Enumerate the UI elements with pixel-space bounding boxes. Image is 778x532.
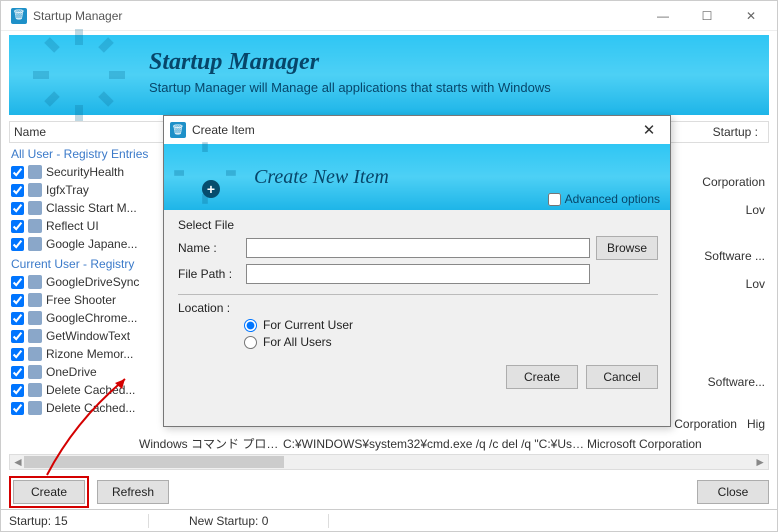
dialog-close-icon[interactable]: ✕: [634, 121, 664, 139]
divider: [178, 294, 658, 295]
close-app-button[interactable]: Close: [697, 480, 769, 504]
gear-icon: [29, 25, 129, 125]
app-icon: [28, 201, 42, 215]
advanced-checkbox[interactable]: [548, 193, 561, 206]
cmd-icon: [28, 401, 42, 415]
app-icon: [28, 219, 42, 233]
app-icon: 🗑: [11, 8, 27, 24]
item-checkbox[interactable]: [11, 294, 24, 307]
item-checkbox[interactable]: [11, 330, 24, 343]
right-column-fragments: Corporation Lov Software ... Lov Softwar…: [665, 173, 765, 433]
radio-current-user[interactable]: For Current User: [244, 318, 658, 332]
location-label: Location :: [178, 301, 658, 315]
item-checkbox[interactable]: [11, 366, 24, 379]
refresh-button[interactable]: Refresh: [97, 480, 169, 504]
maximize-button[interactable]: ☐: [685, 2, 729, 30]
filepath-field[interactable]: [246, 264, 590, 284]
status-bar: Startup: 15 New Startup: 0: [1, 509, 777, 531]
select-file-label: Select File: [178, 218, 658, 232]
item-checkbox[interactable]: [11, 312, 24, 325]
scroll-thumb[interactable]: [24, 456, 284, 468]
item-checkbox[interactable]: [11, 384, 24, 397]
close-button[interactable]: ✕: [729, 2, 773, 30]
create-button[interactable]: Create: [13, 480, 85, 504]
dialog-title: Create Item: [192, 123, 634, 137]
footer-toolbar: Create Refresh Close: [9, 477, 769, 507]
horizontal-scrollbar[interactable]: ◄ ►: [9, 454, 769, 470]
status-startup-count: Startup: 15: [9, 514, 149, 528]
item-checkbox[interactable]: [11, 402, 24, 415]
app-icon: [28, 329, 42, 343]
name-label: Name :: [178, 241, 240, 255]
item-checkbox[interactable]: [11, 220, 24, 233]
dialog-body: Select File Name : Browse File Path : Lo…: [164, 210, 670, 393]
name-field[interactable]: [246, 238, 590, 258]
radio-all-input[interactable]: [244, 336, 257, 349]
dialog-create-button[interactable]: Create: [506, 365, 578, 389]
item-checkbox[interactable]: [11, 184, 24, 197]
status-new-startup: New Startup: 0: [189, 514, 329, 528]
dialog-banner: + Create New Item Advanced options: [164, 144, 670, 210]
app-icon: [28, 275, 42, 289]
radio-all-users[interactable]: For All Users: [244, 335, 658, 349]
app-icon: [28, 347, 42, 361]
app-icon: [28, 237, 42, 251]
advanced-options-toggle[interactable]: Advanced options: [548, 192, 660, 206]
cloud-icon: [28, 365, 42, 379]
scroll-left-icon[interactable]: ◄: [12, 455, 24, 469]
column-startup[interactable]: Startup :: [709, 125, 764, 139]
create-item-dialog: 🗑 Create Item ✕ + Create New Item Advanc…: [163, 115, 671, 427]
window-title: Startup Manager: [33, 9, 641, 23]
item-checkbox[interactable]: [11, 238, 24, 251]
dialog-app-icon: 🗑: [170, 122, 186, 138]
item-checkbox[interactable]: [11, 202, 24, 215]
detail-row: Windows コマンド プロセッサ C:¥WINDOWS¥system32¥c…: [9, 435, 769, 452]
gear-icon: [170, 138, 240, 208]
app-banner: Startup Manager Startup Manager will Man…: [9, 35, 769, 115]
filepath-label: File Path :: [178, 267, 240, 281]
plus-icon: +: [202, 180, 220, 198]
item-checkbox[interactable]: [11, 348, 24, 361]
banner-title: Startup Manager: [149, 49, 749, 76]
minimize-button[interactable]: —: [641, 2, 685, 30]
scroll-right-icon[interactable]: ►: [754, 455, 766, 469]
radio-current-input[interactable]: [244, 319, 257, 332]
dialog-cancel-button[interactable]: Cancel: [586, 365, 658, 389]
item-checkbox[interactable]: [11, 166, 24, 179]
column-name[interactable]: Name: [14, 125, 144, 139]
app-icon: [28, 311, 42, 325]
shield-icon: [28, 165, 42, 179]
banner-subtitle: Startup Manager will Manage all applicat…: [149, 80, 749, 95]
annotation-highlight: Create: [9, 476, 89, 508]
cmd-icon: [28, 383, 42, 397]
browse-button[interactable]: Browse: [596, 236, 658, 260]
item-checkbox[interactable]: [11, 276, 24, 289]
app-icon: [28, 293, 42, 307]
app-icon: [28, 183, 42, 197]
dialog-banner-title: Create New Item: [254, 166, 389, 189]
